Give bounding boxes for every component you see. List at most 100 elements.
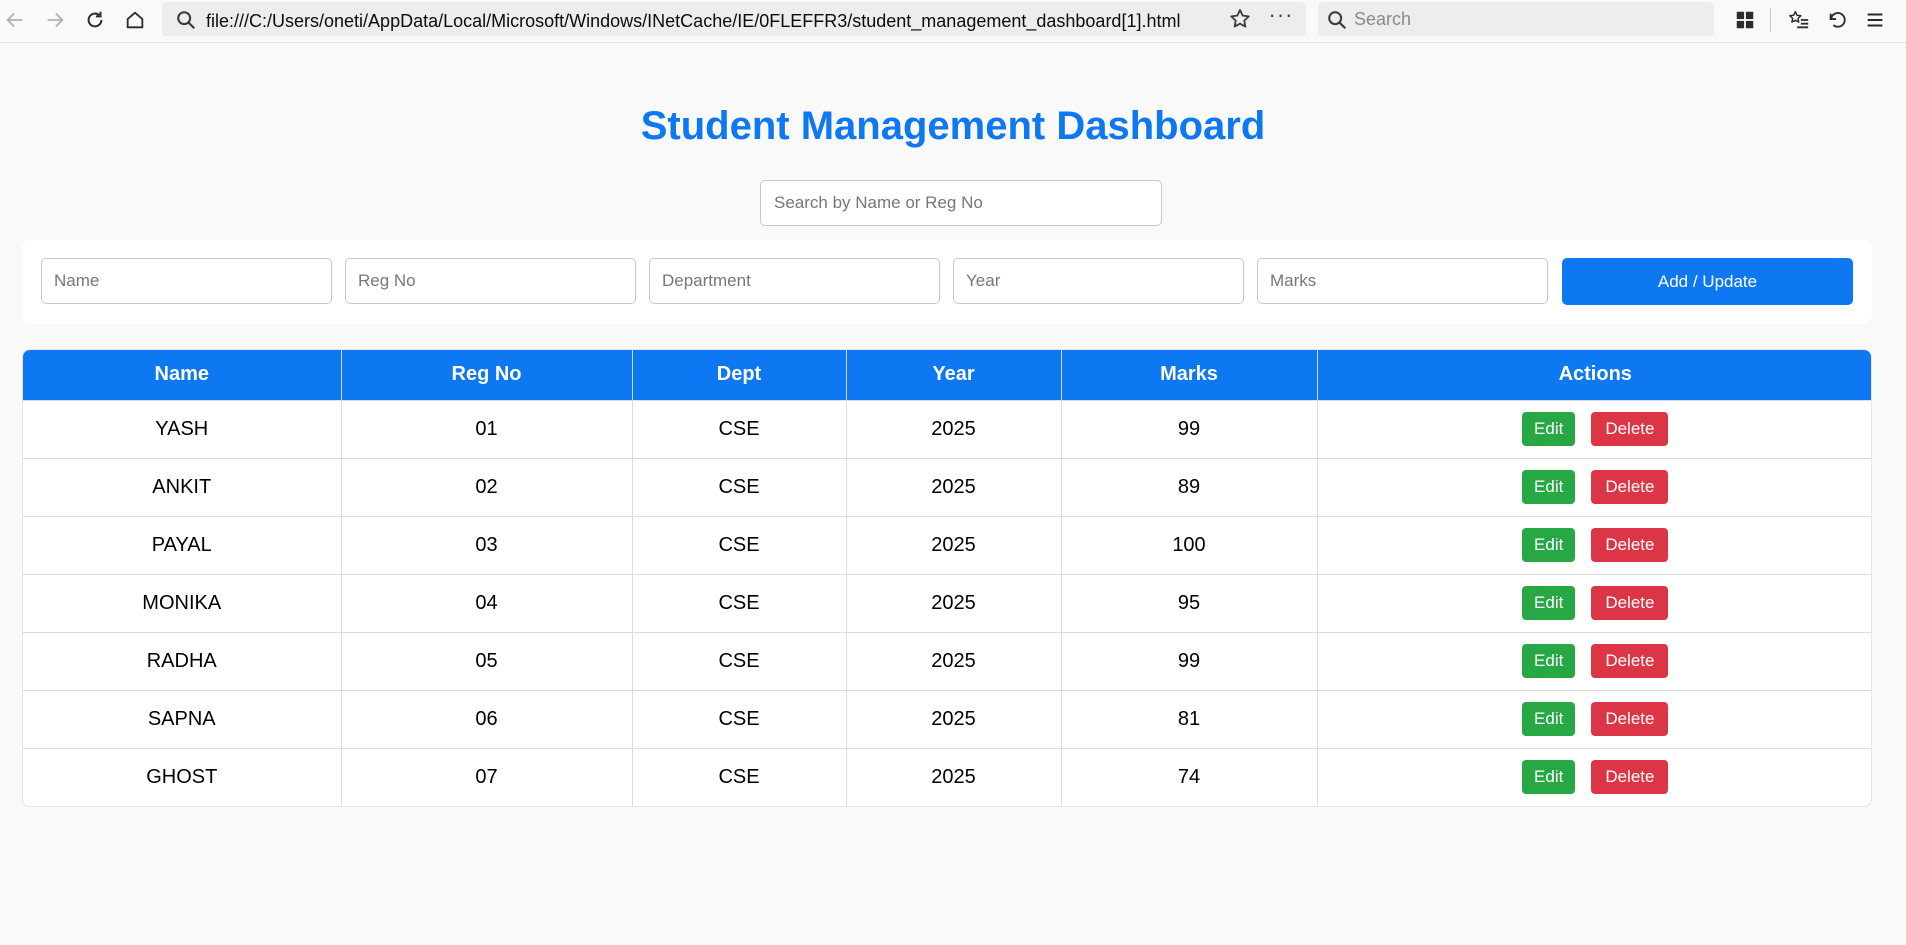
url-text[interactable]: file:///C:/Users/oneti/AppData/Local/Mic… bbox=[206, 11, 1180, 32]
edit-button[interactable]: Edit bbox=[1522, 528, 1576, 562]
address-bar[interactable]: file:///C:/Users/oneti/AppData/Local/Mic… bbox=[162, 2, 1306, 36]
search-icon bbox=[177, 11, 196, 30]
column-header-marks: Marks bbox=[1061, 350, 1318, 400]
cell-regno: 01 bbox=[341, 399, 633, 458]
browser-search-input[interactable] bbox=[1354, 6, 1704, 32]
cell-year: 2025 bbox=[846, 747, 1062, 806]
column-header-actions: Actions bbox=[1317, 350, 1871, 400]
cell-name: RADHA bbox=[23, 631, 342, 690]
delete-button[interactable]: Delete bbox=[1591, 470, 1669, 504]
table-row: ANKIT 02 CSE 2025 89 Edit Delete bbox=[23, 457, 1871, 516]
delete-button[interactable]: Delete bbox=[1591, 644, 1669, 678]
favorites-list-icon bbox=[1789, 11, 1809, 29]
cell-regno: 02 bbox=[341, 457, 633, 516]
cell-dept: CSE bbox=[632, 515, 847, 574]
cell-name: ANKIT bbox=[23, 457, 342, 516]
student-form: Add / Update bbox=[22, 240, 1872, 324]
cell-regno: 03 bbox=[341, 515, 633, 574]
cell-actions: Edit Delete bbox=[1317, 399, 1871, 458]
delete-button[interactable]: Delete bbox=[1591, 586, 1669, 620]
cell-year: 2025 bbox=[846, 689, 1062, 748]
arrow-left-icon bbox=[6, 12, 23, 28]
cell-dept: CSE bbox=[632, 399, 847, 458]
undo-icon bbox=[1829, 12, 1846, 28]
column-header-dept: Dept bbox=[632, 350, 847, 400]
cell-actions: Edit Delete bbox=[1317, 573, 1871, 632]
browser-search-bar[interactable] bbox=[1318, 2, 1714, 36]
table-row: RADHA 05 CSE 2025 99 Edit Delete bbox=[23, 631, 1871, 690]
table-row: PAYAL 03 CSE 2025 100 Edit Delete bbox=[23, 515, 1871, 574]
cell-regno: 05 bbox=[341, 631, 633, 690]
cell-marks: 95 bbox=[1061, 573, 1318, 632]
cell-marks: 100 bbox=[1061, 515, 1318, 574]
browser-toolbar: file:///C:/Users/oneti/AppData/Local/Mic… bbox=[0, 0, 1906, 43]
page-actions-menu[interactable]: ··· bbox=[1266, 4, 1296, 31]
year-field[interactable] bbox=[953, 258, 1244, 304]
cell-marks: 74 bbox=[1061, 747, 1318, 806]
table-header-row: Name Reg No Dept Year Marks Actions bbox=[23, 350, 1871, 400]
grid-icon bbox=[1736, 11, 1754, 29]
cell-name: MONIKA bbox=[23, 573, 342, 632]
edit-button[interactable]: Edit bbox=[1522, 412, 1576, 446]
delete-button[interactable]: Delete bbox=[1591, 528, 1669, 562]
page-title: Student Management Dashboard bbox=[640, 104, 1266, 148]
add-update-button[interactable]: Add / Update bbox=[1562, 258, 1853, 305]
column-header-regno: Reg No bbox=[341, 350, 633, 400]
search-icon bbox=[1328, 11, 1347, 30]
cell-regno: 07 bbox=[341, 747, 633, 806]
bookmark-star-icon[interactable] bbox=[1228, 7, 1252, 31]
edit-button[interactable]: Edit bbox=[1522, 586, 1576, 620]
delete-button[interactable]: Delete bbox=[1591, 760, 1669, 795]
cell-name: GHOST bbox=[23, 747, 342, 806]
edit-button[interactable]: Edit bbox=[1522, 702, 1576, 736]
column-header-year: Year bbox=[846, 350, 1062, 400]
table-row: GHOST 07 CSE 2025 74 Edit Delete bbox=[23, 747, 1871, 806]
undo-button[interactable] bbox=[1822, 6, 1852, 34]
cell-dept: CSE bbox=[632, 689, 847, 748]
favorites-button[interactable] bbox=[1784, 6, 1814, 34]
cell-marks: 81 bbox=[1061, 689, 1318, 748]
delete-button[interactable]: Delete bbox=[1591, 702, 1669, 736]
menu-button[interactable] bbox=[1860, 6, 1890, 34]
cell-marks: 89 bbox=[1061, 457, 1318, 516]
cell-year: 2025 bbox=[846, 515, 1062, 574]
cell-regno: 06 bbox=[341, 689, 633, 748]
cell-name: PAYAL bbox=[23, 515, 342, 574]
reload-icon bbox=[87, 11, 103, 28]
students-table: Name Reg No Dept Year Marks Actions YASH… bbox=[22, 349, 1872, 807]
cell-name: SAPNA bbox=[23, 689, 342, 748]
edit-button[interactable]: Edit bbox=[1522, 470, 1576, 504]
cell-actions: Edit Delete bbox=[1317, 515, 1871, 574]
home-icon bbox=[126, 11, 144, 29]
cell-marks: 99 bbox=[1061, 399, 1318, 458]
back-button[interactable] bbox=[0, 6, 30, 34]
library-button[interactable] bbox=[1730, 6, 1760, 34]
name-field[interactable] bbox=[41, 258, 332, 304]
cell-dept: CSE bbox=[632, 457, 847, 516]
cell-actions: Edit Delete bbox=[1317, 747, 1871, 806]
cell-marks: 99 bbox=[1061, 631, 1318, 690]
regno-field[interactable] bbox=[345, 258, 636, 304]
cell-actions: Edit Delete bbox=[1317, 457, 1871, 516]
table-row: MONIKA 04 CSE 2025 95 Edit Delete bbox=[23, 573, 1871, 632]
edit-button[interactable]: Edit bbox=[1522, 644, 1576, 678]
forward-button[interactable] bbox=[40, 6, 70, 34]
cell-dept: CSE bbox=[632, 747, 847, 806]
department-field[interactable] bbox=[649, 258, 940, 304]
cell-year: 2025 bbox=[846, 457, 1062, 516]
cell-year: 2025 bbox=[846, 631, 1062, 690]
column-header-name: Name bbox=[23, 350, 342, 400]
edit-button[interactable]: Edit bbox=[1522, 760, 1576, 795]
marks-field[interactable] bbox=[1257, 258, 1548, 304]
home-button[interactable] bbox=[120, 6, 150, 34]
student-search-input[interactable] bbox=[760, 180, 1162, 226]
hamburger-menu-icon bbox=[1867, 13, 1883, 27]
table-row: YASH 01 CSE 2025 99 Edit Delete bbox=[23, 399, 1871, 458]
toolbar-divider bbox=[1770, 8, 1771, 32]
delete-button[interactable]: Delete bbox=[1591, 412, 1669, 446]
cell-actions: Edit Delete bbox=[1317, 631, 1871, 690]
arrow-right-icon bbox=[47, 12, 64, 28]
reload-button[interactable] bbox=[80, 6, 110, 34]
table-row: SAPNA 06 CSE 2025 81 Edit Delete bbox=[23, 689, 1871, 748]
cell-dept: CSE bbox=[632, 631, 847, 690]
